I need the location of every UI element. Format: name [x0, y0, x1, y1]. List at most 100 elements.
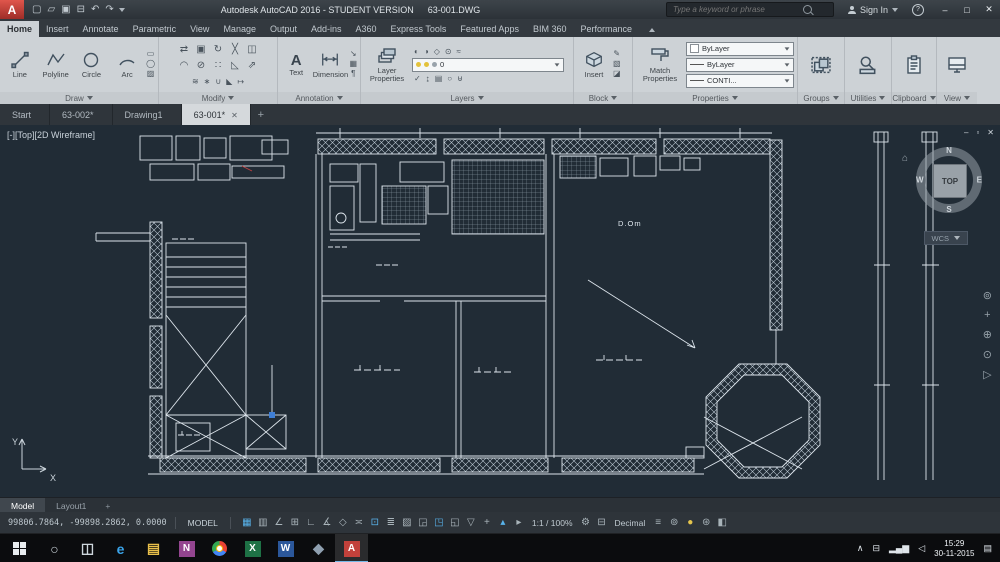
ribbon-tab[interactable]: Express Tools — [384, 21, 454, 37]
draw-extra-icon[interactable]: ▭ — [146, 50, 155, 59]
doc-minimize-button[interactable]: – — [964, 128, 968, 137]
viewcube-top-face[interactable]: TOP — [933, 164, 967, 198]
status-toggle[interactable]: ● — [682, 517, 698, 528]
layout-tab[interactable]: Model — [0, 498, 45, 513]
search-input[interactable] — [671, 4, 803, 15]
tray-icon[interactable]: ▂▄▆ — [889, 543, 909, 554]
properties-panel-label[interactable]: Properties — [633, 92, 797, 104]
tray-icon[interactable]: ◁ — [918, 543, 925, 554]
doc-restore-button[interactable]: ▫ — [976, 128, 979, 137]
taskbar-app[interactable]: A — [335, 534, 368, 562]
status-toggle[interactable]: ∡ — [319, 517, 335, 528]
tray-icon[interactable]: ⊟ — [872, 543, 880, 554]
qat-icon[interactable]: ▢ — [32, 4, 41, 15]
layer-select-combo[interactable]: 0 — [412, 58, 564, 72]
ribbon-tab[interactable]: Performance — [573, 21, 639, 37]
draw-extra-icon[interactable]: ◯ — [146, 60, 155, 69]
layers-panel-label[interactable]: Layers — [361, 92, 573, 104]
status-toggle[interactable]: ∠ — [271, 517, 287, 528]
ribbon-tab[interactable]: Insert — [39, 21, 76, 37]
new-tab-button[interactable]: + — [251, 104, 271, 125]
modify-small-icon[interactable]: ◣ — [226, 77, 232, 86]
layer-tool-icon[interactable]: ⊎ — [457, 74, 463, 83]
signin-button[interactable]: Sign In — [848, 5, 898, 15]
viewcube-south[interactable]: S — [946, 205, 951, 214]
status-toggle[interactable]: ⊛ — [698, 517, 714, 528]
annotation-small-icon[interactable]: ↘ — [349, 50, 357, 59]
status-toggle[interactable]: ⊞ — [287, 517, 303, 528]
clipboard-panel-label[interactable]: Clipboard — [892, 92, 936, 104]
qat-icon[interactable]: ▣ — [61, 4, 70, 15]
property-combo[interactable]: ByLayer — [686, 58, 794, 72]
utilities-icon[interactable] — [858, 55, 878, 75]
status-toggle[interactable]: ⊚ — [666, 517, 682, 528]
ribbon-tab[interactable]: A360 — [349, 21, 384, 37]
draw-panel-label[interactable]: Draw — [0, 92, 158, 104]
modify-tool-icon[interactable]: ▣ — [193, 44, 210, 60]
dimension-button[interactable]: Dimension — [313, 50, 347, 79]
layer-tool-icon[interactable]: ↨ — [426, 74, 430, 83]
ribbon-tab[interactable]: Home — [0, 21, 39, 37]
draw-extra-icon[interactable]: ▨ — [146, 70, 155, 79]
ribbon-tab[interactable]: Output — [263, 21, 304, 37]
line-button[interactable]: Line — [3, 50, 37, 79]
taskbar-app[interactable]: X — [236, 534, 269, 562]
help-search-box[interactable] — [666, 2, 834, 17]
layer-tool-icon[interactable]: ✓ — [414, 74, 421, 83]
modify-small-icon[interactable]: ≋ — [192, 77, 199, 86]
view-panel-label[interactable]: View — [937, 92, 977, 104]
minimize-button[interactable]: – — [934, 5, 956, 15]
ribbon-tab[interactable]: Parametric — [126, 21, 184, 37]
taskbar-app[interactable]: ○ — [38, 534, 71, 562]
status-toggle[interactable]: ▴ — [495, 517, 511, 528]
match-properties-button[interactable]: Match Properties — [636, 46, 684, 83]
status-toggle[interactable]: Decimal — [610, 518, 651, 528]
file-tab[interactable]: Drawing1 — [113, 104, 182, 125]
status-toggle[interactable]: ⊟ — [594, 517, 610, 528]
autocad-logo-icon[interactable]: A — [0, 0, 24, 19]
model-space-button[interactable]: MODEL — [184, 518, 222, 528]
zoom-icon[interactable]: ⊕ — [983, 328, 992, 341]
modify-tool-icon[interactable]: ◺ — [227, 60, 244, 76]
status-toggle[interactable]: ≡ — [650, 517, 666, 528]
start-button[interactable] — [0, 534, 38, 562]
layer-properties-button[interactable]: Layer Properties — [364, 46, 410, 83]
file-tab[interactable]: Start — [0, 104, 50, 125]
action-center-icon[interactable]: ▤ — [983, 543, 992, 554]
viewcube-west[interactable]: W — [916, 176, 924, 185]
groups-panel-label[interactable]: Groups — [798, 92, 844, 104]
viewcube[interactable]: N S W E TOP — [916, 147, 982, 213]
status-toggle[interactable]: ▨ — [399, 517, 415, 528]
wcs-dropdown[interactable]: WCS — [924, 231, 969, 245]
block-small-icon[interactable]: ✎ — [613, 50, 621, 59]
clipboard-icon[interactable] — [904, 55, 924, 75]
ribbon-tab[interactable]: Annotate — [76, 21, 126, 37]
viewcube-home-icon[interactable]: ⌂ — [902, 153, 908, 164]
insert-block-button[interactable]: Insert — [577, 50, 611, 79]
modify-tool-icon[interactable]: ⇄ — [176, 44, 193, 60]
modify-small-icon[interactable]: ∪ — [215, 77, 221, 86]
viewcube-north[interactable]: N — [946, 146, 952, 155]
status-toggle[interactable]: ⊡ — [367, 517, 383, 528]
annotation-panel-label[interactable]: Annotation — [278, 92, 360, 104]
modify-tool-icon[interactable]: ↻ — [210, 44, 227, 60]
modify-tool-icon[interactable]: ◫ — [244, 44, 261, 60]
help-button[interactable]: ? — [912, 4, 924, 16]
status-toggle[interactable]: ◱ — [447, 517, 463, 528]
circle-button[interactable]: Circle — [75, 50, 109, 79]
taskbar-app[interactable] — [203, 534, 236, 562]
taskbar-app[interactable]: ▤ — [137, 534, 170, 562]
tray-icon[interactable]: ∧ — [857, 543, 864, 554]
annotation-small-icon[interactable]: ▦ — [349, 60, 357, 69]
modify-tool-icon[interactable]: ∷ — [210, 60, 227, 76]
status-toggle[interactable]: ≍ — [351, 517, 367, 528]
taskbar-app[interactable]: e — [104, 534, 137, 562]
taskbar-app[interactable]: ◆ — [302, 534, 335, 562]
ribbon-tab[interactable]: View — [183, 21, 216, 37]
status-toggle[interactable]: ▦ — [239, 517, 255, 528]
ribbon-tab[interactable]: Manage — [216, 21, 263, 37]
polyline-button[interactable]: Polyline — [39, 50, 73, 79]
taskbar-app[interactable]: N — [170, 534, 203, 562]
status-toggle[interactable]: + — [479, 517, 495, 528]
modify-small-icon[interactable]: ∗ — [204, 77, 211, 86]
